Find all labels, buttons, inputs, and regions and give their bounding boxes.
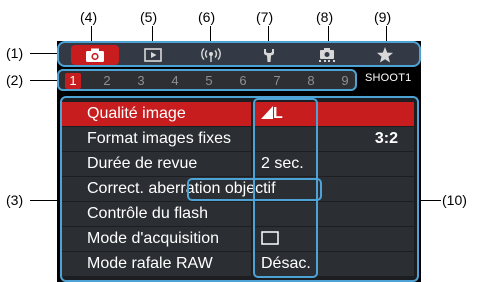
menu-item-label: Qualité image bbox=[62, 102, 251, 126]
wireless-icon bbox=[201, 48, 221, 62]
page-number[interactable]: 4 bbox=[167, 73, 183, 89]
callout-1: (1) bbox=[6, 45, 24, 61]
menu-item-label: Format images fixes bbox=[62, 127, 251, 151]
callout-4: (4) bbox=[80, 9, 98, 25]
page-number[interactable]: 7 bbox=[269, 73, 285, 89]
page-number[interactable]: 2 bbox=[99, 73, 115, 89]
callout-6: (6) bbox=[198, 9, 216, 25]
tab-my-menu[interactable] bbox=[361, 45, 409, 65]
menu-page-name: SHOOT1 bbox=[365, 72, 412, 84]
tab-wireless[interactable] bbox=[187, 45, 235, 65]
page-number[interactable]: 8 bbox=[303, 73, 319, 89]
menu-item-label: Mode d'acquisition bbox=[62, 227, 251, 251]
page-number[interactable]: 1 bbox=[65, 73, 81, 89]
menu-page-indicator: 1 2 3 4 5 6 7 8 9 bbox=[57, 69, 357, 91]
callout-2: (2) bbox=[6, 72, 24, 88]
leader-line-1 bbox=[30, 53, 57, 54]
tab-playback[interactable] bbox=[129, 45, 177, 65]
menu-item-raw-burst-mode[interactable]: Mode rafale RAW Désac. bbox=[62, 252, 414, 276]
menu-item-label: Durée de revue bbox=[62, 152, 251, 176]
wrench-icon bbox=[264, 49, 274, 62]
menu-item-flash-control[interactable]: Contrôle du flash bbox=[62, 202, 414, 226]
page-number[interactable]: 9 bbox=[337, 73, 353, 89]
callout-9: (9) bbox=[374, 9, 392, 25]
camera-icon bbox=[86, 48, 104, 62]
menu-item-label: Mode rafale RAW bbox=[62, 252, 251, 276]
page-number[interactable]: 3 bbox=[133, 73, 149, 89]
page-number[interactable]: 6 bbox=[235, 73, 251, 89]
menu-item-image-quality[interactable]: Qualité image L bbox=[62, 102, 414, 126]
custom-function-icon bbox=[319, 48, 335, 62]
camera-menu-screen: 1 2 3 4 5 6 7 8 9 SHOOT1 Qualité image L… bbox=[57, 41, 421, 282]
callout-7: (7) bbox=[256, 9, 274, 25]
settings-option-highlight bbox=[187, 178, 322, 201]
playback-icon bbox=[144, 48, 162, 62]
callout-3: (3) bbox=[6, 192, 24, 208]
callout-10: (10) bbox=[442, 192, 467, 208]
callout-8: (8) bbox=[316, 9, 334, 25]
leader-line-3 bbox=[30, 200, 60, 201]
menu-tab-bar bbox=[57, 41, 421, 67]
menu-item-review-time[interactable]: Durée de revue 2 sec. bbox=[62, 152, 414, 176]
tab-shooting[interactable] bbox=[71, 45, 119, 65]
menu-item-drive-mode[interactable]: Mode d'acquisition bbox=[62, 227, 414, 251]
menu-item-aspect-ratio[interactable]: Format images fixes 3:2 bbox=[62, 127, 414, 151]
menu-item-label: Contrôle du flash bbox=[62, 202, 251, 226]
star-icon bbox=[377, 47, 393, 63]
tab-setup[interactable] bbox=[245, 45, 293, 65]
leader-line-10 bbox=[419, 200, 441, 201]
page-number[interactable]: 5 bbox=[201, 73, 217, 89]
tab-custom-functions[interactable] bbox=[303, 45, 351, 65]
leader-line-2 bbox=[30, 80, 57, 81]
callout-5: (5) bbox=[140, 9, 158, 25]
